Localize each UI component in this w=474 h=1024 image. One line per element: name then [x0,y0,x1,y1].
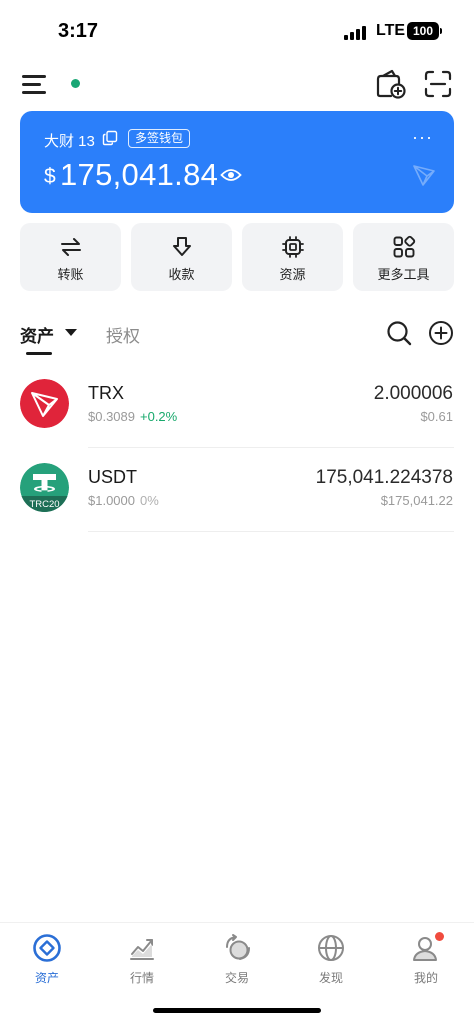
currency-symbol: $ [44,165,56,188]
eye-icon[interactable] [220,167,242,183]
token-value: $175,041.22 [380,493,453,508]
nav-market[interactable]: 行情 [95,931,189,991]
top-bar [0,64,474,104]
transfer-button[interactable]: 转账 [20,223,121,291]
usdt-logo: TRC20 [20,463,69,512]
token-symbol: TRX [88,383,124,403]
status-bar: 3:17 LTE 100 [0,0,474,62]
row-divider [88,531,454,532]
tab-assets[interactable]: 资产 [20,322,54,347]
signal-icon [344,24,370,40]
trx-logo [20,379,69,428]
wallet-name: 大财 13 [44,133,95,150]
active-tab-indicator [26,352,52,355]
more-tools-label: 更多工具 [377,267,430,282]
tab-authorization[interactable]: 授权 [106,322,140,347]
more-options-icon[interactable]: ··· [412,127,433,148]
copy-icon[interactable] [102,130,118,146]
multisig-badge: 多签钱包 [128,129,191,148]
token-amount: 2.000006 [373,383,453,404]
asset-tabs: 资产 授权 [0,318,474,358]
nav-profile[interactable]: 我的 [379,931,473,991]
scan-icon[interactable] [424,70,452,98]
transfer-label: 转账 [57,267,84,282]
chip-icon [281,236,304,258]
chevron-down-icon[interactable] [65,329,77,336]
network-type: LTE [376,22,406,39]
token-change: 0% [140,493,159,508]
total-balance: 175,041.84 [60,157,219,192]
resources-label: 资源 [279,267,306,282]
nav-trade[interactable]: 交易 [190,931,284,991]
token-change: +0.2% [140,409,178,424]
market-icon [130,939,154,960]
grid-tools-icon [393,235,415,258]
token-row-usdt[interactable]: TRC20 USDT $1.0000 0% 175,041.224378 $175… [0,448,474,532]
nav-label: 我的 [413,971,438,985]
discover-icon [318,935,344,961]
trade-icon [226,934,250,960]
assets-icon [33,934,61,962]
resources-button[interactable]: 资源 [242,223,343,291]
tron-logo-icon [413,165,435,186]
token-amount: 175,041.224378 [315,467,453,488]
token-symbol: USDT [88,467,137,487]
quick-actions: 转账 收款 资源 更多工具 [20,223,454,291]
add-token-icon[interactable] [428,320,454,346]
token-value: $0.61 [420,409,453,424]
nav-label: 发现 [318,971,343,985]
receive-button[interactable]: 收款 [131,223,232,291]
transfer-icon [60,238,81,256]
token-price-value: $1.0000 [88,493,135,508]
nav-assets[interactable]: 资产 [0,931,94,991]
home-indicator [153,1008,321,1013]
token-row-trx[interactable]: TRX $0.3089 +0.2% 2.000006 $0.61 [0,364,474,448]
nav-discover[interactable]: 发现 [284,931,378,991]
token-price: $0.3089 +0.2% [88,409,177,424]
nav-label: 资产 [34,971,59,985]
receive-icon [172,237,191,256]
notification-dot [435,932,444,941]
status-time: 3:17 [58,20,99,42]
receive-label: 收款 [168,267,195,282]
wallet-add-icon[interactable] [374,68,406,100]
trc20-tag: TRC20 [29,499,59,510]
token-price-value: $0.3089 [88,409,135,424]
nav-label: 行情 [129,971,154,985]
search-icon[interactable] [386,320,412,346]
wallet-balance-card[interactable]: 大财 13 多签钱包 ··· $ 175,041.84 [20,111,454,213]
token-price: $1.0000 0% [88,493,159,508]
battery-icon: 100 [407,22,442,40]
online-status-dot [71,79,80,88]
menu-icon[interactable] [22,72,48,96]
more-tools-button[interactable]: 更多工具 [353,223,454,291]
nav-label: 交易 [224,971,249,985]
